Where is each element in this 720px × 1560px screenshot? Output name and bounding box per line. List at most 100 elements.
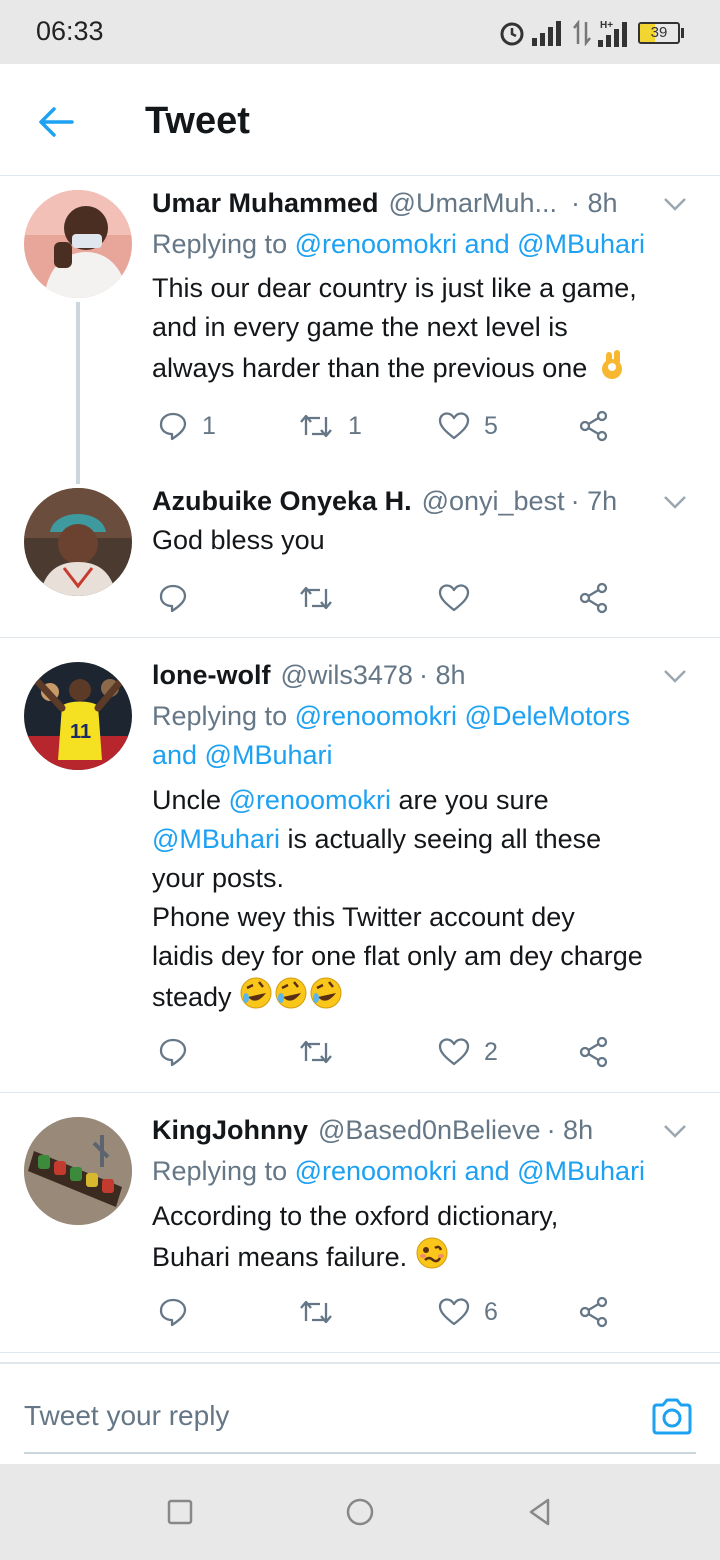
back-button[interactable] bbox=[34, 100, 78, 144]
retweet-button[interactable] bbox=[298, 1292, 348, 1332]
chevron-down-icon[interactable] bbox=[660, 189, 690, 219]
share-button[interactable] bbox=[578, 1032, 610, 1072]
tweet-text: Buhari means failure. bbox=[152, 1242, 408, 1272]
avatar[interactable]: 11 bbox=[24, 662, 132, 770]
mention-link[interactable]: and @MBuhari bbox=[152, 736, 696, 775]
reply-icon bbox=[159, 412, 187, 441]
system-nav-bar bbox=[0, 1464, 720, 1560]
chevron-down-icon[interactable] bbox=[660, 487, 690, 517]
ok-hand-emoji-icon bbox=[601, 350, 622, 379]
tweet-actions: 6 bbox=[152, 1292, 622, 1332]
avatar[interactable] bbox=[24, 190, 132, 298]
status-bar: 06:33 H+ 39 bbox=[0, 0, 720, 64]
retweet-button[interactable] bbox=[298, 578, 348, 618]
share-button[interactable] bbox=[578, 1292, 610, 1332]
tweet-item[interactable]: 11 lone-wolf @wils3478 · 8h Replying to … bbox=[0, 638, 720, 1092]
retweet-icon bbox=[300, 414, 332, 438]
chevron-down-icon[interactable] bbox=[660, 1116, 690, 1146]
tweet-text-line: Buhari means failure. bbox=[152, 1236, 696, 1277]
tweet-header: KingJohnny @Based0nBelieve · 8h bbox=[152, 1110, 690, 1150]
reply-icon bbox=[159, 1298, 187, 1327]
author-handle[interactable]: @onyi_best bbox=[422, 486, 565, 517]
like-icon bbox=[438, 1298, 470, 1326]
tweet-text-line: your posts. bbox=[152, 863, 285, 893]
svg-text:H+: H+ bbox=[600, 20, 613, 31]
battery-level: 39 bbox=[650, 24, 668, 41]
chevron-down-icon[interactable] bbox=[660, 661, 690, 691]
camera-icon[interactable] bbox=[650, 1394, 694, 1438]
tweet-text-line: Uncle @renoomokri are you sure bbox=[152, 781, 696, 820]
reply-composer: Tweet your reply bbox=[0, 1362, 720, 1464]
status-time: 06:33 bbox=[36, 16, 104, 46]
author-handle[interactable]: @wils3478 bbox=[280, 660, 412, 691]
home-icon[interactable] bbox=[344, 1496, 376, 1528]
tweet-text-line: According to the oxford dictionary, bbox=[152, 1201, 559, 1231]
replying-to-label: Replying to bbox=[152, 1156, 295, 1186]
signal-icon bbox=[532, 21, 561, 46]
retweet-button[interactable] bbox=[298, 1032, 348, 1072]
avatar[interactable] bbox=[24, 488, 132, 596]
author-name[interactable]: KingJohnny bbox=[152, 1115, 308, 1146]
reply-button[interactable] bbox=[158, 1032, 202, 1072]
tweet-divider bbox=[0, 1352, 720, 1353]
tweet-text-line: God bless you bbox=[152, 525, 325, 555]
reply-input[interactable]: Tweet your reply bbox=[24, 1400, 229, 1432]
battery-icon: 39 bbox=[638, 22, 684, 44]
tweet-item[interactable]: Umar Muhammed @UmarMuh... · 8h Replying … bbox=[0, 176, 720, 463]
retweet-button[interactable]: 1 bbox=[298, 406, 362, 446]
tweet-text: Uncle bbox=[152, 785, 229, 815]
tweet-actions bbox=[152, 578, 622, 618]
avatar[interactable] bbox=[24, 1117, 132, 1225]
like-button[interactable]: 6 bbox=[438, 1292, 498, 1332]
recents-icon[interactable] bbox=[164, 1496, 196, 1528]
replying-to-label: Replying to bbox=[152, 701, 295, 731]
like-button[interactable] bbox=[438, 578, 484, 618]
like-icon bbox=[438, 584, 470, 612]
tweet-actions: 1 1 5 bbox=[152, 406, 622, 446]
top-app-bar: Tweet bbox=[0, 64, 720, 176]
like-count: 2 bbox=[484, 1037, 498, 1066]
woozy-face-emoji-icon bbox=[416, 1237, 448, 1269]
author-name[interactable]: Azubuike Onyeka H. bbox=[152, 486, 412, 517]
author-name[interactable]: Umar Muhammed bbox=[152, 188, 379, 219]
like-button[interactable]: 2 bbox=[438, 1032, 498, 1072]
author-handle[interactable]: @UmarMuh... bbox=[389, 188, 557, 219]
author-handle[interactable]: @Based0nBelieve bbox=[318, 1115, 541, 1146]
tweet-header: Azubuike Onyeka H. @onyi_best · 7h bbox=[152, 481, 690, 521]
replying-to: Replying to @renoomokri and @MBuhari bbox=[152, 1152, 696, 1191]
like-icon bbox=[438, 1038, 470, 1066]
reply-button[interactable] bbox=[158, 578, 202, 618]
mention-link[interactable]: @renoomokri @DeleMotors bbox=[295, 701, 630, 731]
signal-hplus-icon: H+ bbox=[598, 20, 627, 47]
rofl-emoji-icon bbox=[240, 977, 342, 1009]
tweet-text-line: @MBuhari is actually seeing all these bbox=[152, 820, 696, 859]
reply-button[interactable] bbox=[158, 1292, 202, 1332]
share-icon bbox=[579, 582, 608, 614]
tweet-text-line: Phone wey this Twitter account dey bbox=[152, 902, 575, 932]
share-icon bbox=[579, 1296, 608, 1328]
tweet-text: is actually seeing all these bbox=[279, 824, 602, 854]
share-button[interactable] bbox=[578, 578, 610, 618]
tweet-text: steady bbox=[152, 982, 232, 1012]
replying-to: Replying to @renoomokri @DeleMotors bbox=[152, 697, 696, 736]
data-transfer-icon bbox=[573, 20, 591, 46]
tweet-text-line: steady bbox=[152, 976, 696, 1017]
mention-link[interactable]: @MBuhari bbox=[152, 824, 280, 854]
reply-count: 1 bbox=[202, 411, 216, 440]
mention-link[interactable]: @renoomokri bbox=[229, 785, 391, 815]
tweet-item[interactable]: Azubuike Onyeka H. @onyi_best · 7h God b… bbox=[0, 463, 720, 637]
back-arrow-icon bbox=[39, 107, 74, 137]
mention-link[interactable]: @renoomokri and @MBuhari bbox=[295, 1156, 645, 1186]
share-button[interactable] bbox=[578, 406, 610, 446]
like-button[interactable]: 5 bbox=[438, 406, 498, 446]
tweet-header: Umar Muhammed @UmarMuh... · 8h bbox=[152, 183, 690, 223]
svg-text:11: 11 bbox=[70, 721, 91, 743]
tweet-item[interactable]: KingJohnny @Based0nBelieve · 8h Replying… bbox=[0, 1093, 720, 1352]
author-name[interactable]: lone-wolf bbox=[152, 660, 270, 691]
retweet-icon bbox=[300, 1300, 332, 1324]
mention-link[interactable]: @renoomokri and @MBuhari bbox=[295, 229, 645, 259]
reply-button[interactable]: 1 bbox=[158, 406, 216, 446]
reply-input-underline bbox=[24, 1452, 696, 1454]
nav-back-icon[interactable] bbox=[524, 1496, 556, 1528]
replying-to-label: Replying to bbox=[152, 229, 295, 259]
